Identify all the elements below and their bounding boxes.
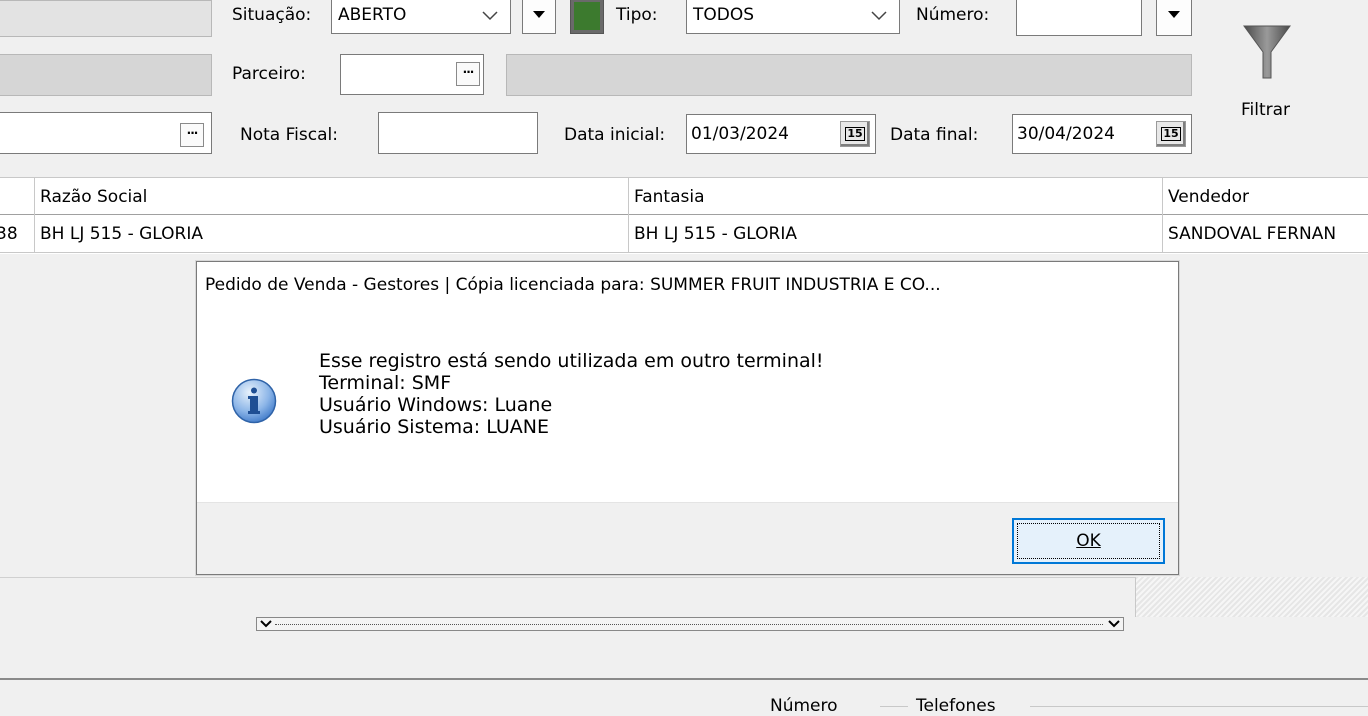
chevron-down-icon bbox=[482, 11, 498, 21]
chevron-down-icon bbox=[260, 620, 272, 628]
column-divider bbox=[34, 177, 35, 253]
chevron-down-icon bbox=[871, 11, 887, 21]
message-line: Terminal: SMF bbox=[319, 372, 452, 394]
column-header-vendedor[interactable]: Vendedor bbox=[1168, 180, 1249, 214]
parceiro-lookup-button[interactable]: ··· bbox=[456, 62, 480, 86]
situacao-dropdown-button[interactable] bbox=[522, 0, 556, 34]
column-header-razao-social[interactable]: Razão Social bbox=[40, 180, 147, 214]
tipo-value: TODOS bbox=[693, 5, 755, 25]
column-divider bbox=[628, 177, 629, 253]
razao-social-cell: BH LJ 515 - GLORIA bbox=[40, 224, 204, 244]
row2-left-field bbox=[0, 54, 212, 96]
filtrar-label: Filtrar bbox=[1241, 100, 1291, 120]
numero-bottom-label: Número bbox=[770, 696, 838, 716]
calendar-icon: 15 bbox=[845, 127, 865, 141]
filtrar-button[interactable]: Filtrar bbox=[1224, 16, 1324, 126]
dialog-title: Pedido de Venda - Gestores | Cópia licen… bbox=[205, 275, 941, 295]
numero-input[interactable] bbox=[1016, 0, 1142, 36]
dialog-message: Esse registro está sendo utilizada em ou… bbox=[319, 350, 824, 438]
data-inicial-calendar-button[interactable]: 15 bbox=[840, 121, 870, 147]
ok-label: OK bbox=[1076, 531, 1101, 551]
fantasia-cell: BH LJ 515 - GLORIA bbox=[634, 224, 798, 244]
bottom-separator bbox=[0, 678, 1368, 680]
nota-fiscal-label: Nota Fiscal: bbox=[240, 125, 338, 145]
caret-down-icon bbox=[533, 11, 545, 18]
message-dialog: Pedido de Venda - Gestores | Cópia licen… bbox=[196, 261, 1179, 575]
data-final-label: Data final: bbox=[890, 125, 979, 145]
situacao-value: ABERTO bbox=[338, 5, 407, 25]
funnel-icon bbox=[1243, 25, 1291, 79]
lower-panel-hatch bbox=[1136, 577, 1368, 617]
collapse-bar[interactable] bbox=[256, 617, 1124, 631]
caret-down-icon bbox=[1168, 11, 1180, 18]
row1-left-field bbox=[0, 0, 212, 37]
lower-panel bbox=[0, 577, 1136, 617]
telefones-group-label: Telefones bbox=[916, 696, 996, 716]
status-color-swatch[interactable] bbox=[570, 0, 604, 34]
tipo-label: Tipo: bbox=[616, 5, 658, 25]
row-prefix-cell: 38 bbox=[0, 224, 18, 244]
nota-fiscal-input[interactable] bbox=[378, 112, 538, 154]
situacao-select[interactable]: ABERTO bbox=[331, 0, 511, 34]
parceiro-name-field bbox=[506, 54, 1192, 96]
results-grid: Razão Social Fantasia Vendedor 38 BH LJ … bbox=[0, 177, 1368, 254]
tipo-select[interactable]: TODOS bbox=[686, 0, 900, 34]
chevron-down-icon bbox=[1108, 620, 1120, 628]
data-inicial-label: Data inicial: bbox=[564, 125, 666, 145]
column-header-fantasia[interactable]: Fantasia bbox=[634, 180, 705, 214]
data-inicial-value: 01/03/2024 bbox=[691, 124, 789, 144]
telefones-group-line bbox=[1030, 706, 1368, 707]
parceiro-label: Parceiro: bbox=[232, 64, 306, 84]
ok-button-label: OK bbox=[1014, 532, 1163, 550]
situacao-label: Situação: bbox=[232, 5, 312, 25]
numero-label: Número: bbox=[916, 5, 990, 25]
row3-lookup-button[interactable]: ··· bbox=[180, 123, 204, 147]
vendedor-cell: SANDOVAL FERNAN bbox=[1168, 224, 1337, 244]
calendar-icon: 15 bbox=[1161, 127, 1181, 141]
data-final-value: 30/04/2024 bbox=[1017, 124, 1115, 144]
dialog-button-bar: OK bbox=[197, 502, 1178, 574]
ok-button[interactable]: OK bbox=[1012, 518, 1165, 564]
column-divider bbox=[1162, 177, 1163, 253]
numero-dropdown-button[interactable] bbox=[1156, 0, 1192, 36]
data-final-calendar-button[interactable]: 15 bbox=[1156, 121, 1186, 147]
info-icon bbox=[231, 378, 277, 424]
telefones-group-line bbox=[880, 706, 908, 707]
message-line: Usuário Windows: Luane bbox=[319, 394, 553, 416]
message-line: Esse registro está sendo utilizada em ou… bbox=[319, 350, 824, 372]
message-line: Usuário Sistema: LUANE bbox=[319, 416, 549, 438]
